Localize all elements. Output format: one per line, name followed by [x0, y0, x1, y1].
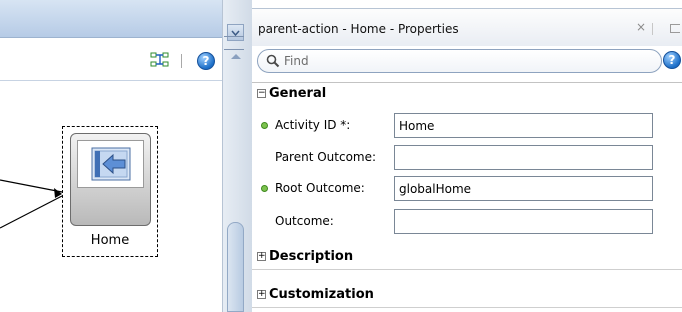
search-help-icon[interactable]: ?: [663, 51, 681, 69]
collapse-icon[interactable]: −: [257, 89, 266, 98]
diagram-pane: ? Home: [0, 0, 222, 312]
scroll-grip[interactable]: [224, 36, 244, 50]
properties-titlebar: parent-action - Home - Properties ×: [252, 8, 682, 46]
properties-panel: parent-action - Home - Properties × Find…: [252, 0, 682, 312]
auto-layout-icon[interactable]: [150, 52, 172, 70]
home-activity-node[interactable]: [70, 133, 151, 226]
section-customization-header[interactable]: + Customization: [252, 284, 682, 306]
title-divider: [652, 23, 653, 35]
activity-id-label: Activity ID *:: [275, 118, 351, 132]
diagram-toolbar: [0, 38, 222, 81]
diagram-header: [0, 0, 222, 38]
scroll-up-icon[interactable]: [230, 52, 242, 60]
node-icon-frame: [77, 140, 144, 188]
expand-icon[interactable]: +: [257, 290, 266, 299]
search-icon: [266, 54, 280, 68]
outcome-field[interactable]: [394, 209, 653, 234]
toolbar-separator: [181, 54, 182, 68]
required-indicator-icon: [261, 122, 268, 129]
parent-outcome-label: Parent Outcome:: [275, 150, 377, 164]
node-label: Home: [90, 233, 130, 248]
required-indicator-icon: [261, 185, 268, 192]
find-search-field[interactable]: Find: [257, 49, 662, 73]
outcome-label: Outcome:: [275, 214, 334, 228]
section-description-header[interactable]: + Description: [252, 246, 682, 268]
root-outcome-label: Root Outcome:: [275, 181, 365, 195]
help-icon[interactable]: ?: [197, 52, 215, 70]
scrollbar-thumb[interactable]: [227, 222, 244, 312]
section-description-label: Description: [269, 249, 354, 264]
minimize-icon[interactable]: [670, 24, 680, 33]
root-outcome-field[interactable]: [394, 176, 653, 201]
return-arrow-icon: [91, 147, 131, 181]
parent-outcome-field[interactable]: [394, 145, 653, 170]
section-general-label: General: [269, 86, 327, 101]
panel-title: parent-action - Home - Properties: [258, 22, 459, 36]
search-placeholder: Find: [284, 54, 309, 68]
section-customization-label: Customization: [269, 287, 374, 302]
close-icon[interactable]: ×: [636, 20, 646, 34]
section-general-header[interactable]: − General: [252, 82, 682, 104]
expand-icon[interactable]: +: [257, 252, 266, 261]
section-divider: [252, 269, 682, 270]
activity-id-field[interactable]: [394, 113, 653, 138]
section-divider: [252, 307, 682, 308]
